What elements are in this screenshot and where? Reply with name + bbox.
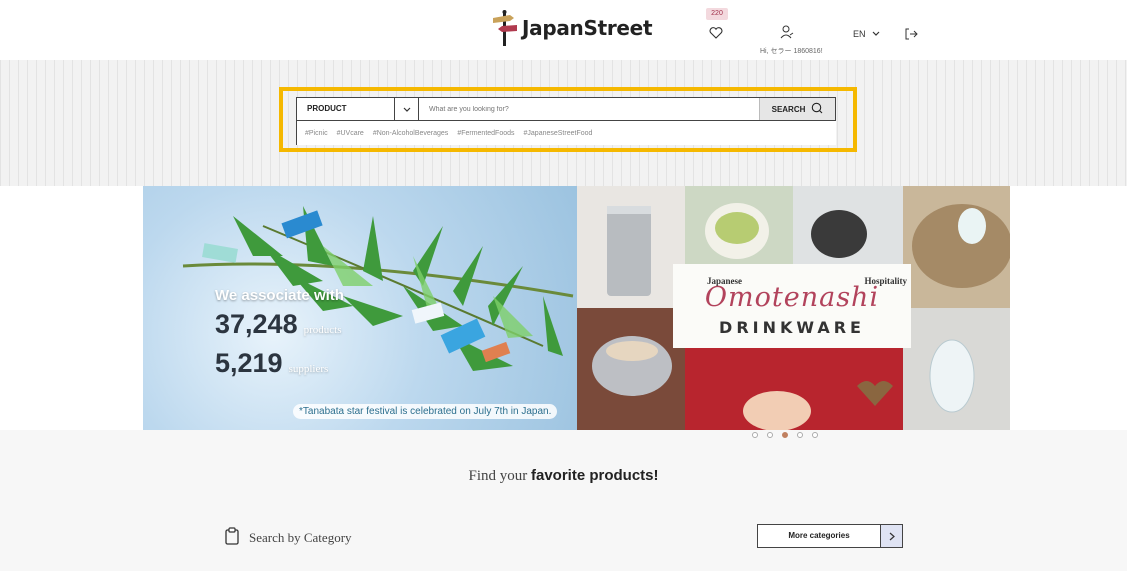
drinkware-script-title: Omotenashi xyxy=(704,282,880,313)
banner-drinkware[interactable]: Japanese Hospitality Omotenashi DRINKWAR… xyxy=(577,186,1010,430)
search-by-category: Search by Category xyxy=(224,527,352,549)
signpost-icon xyxy=(490,8,520,48)
heading-bold: favorite products! xyxy=(531,467,659,484)
logout-icon[interactable] xyxy=(904,27,918,46)
banner-tanabata[interactable]: We associate with 37,248 products 5,219 su… xyxy=(143,186,577,430)
banner-note: *Tanabata star festival is celebrated on… xyxy=(293,404,558,419)
carousel-dot-active[interactable] xyxy=(782,432,788,438)
user-icon[interactable] xyxy=(780,25,794,44)
logo-text: JapanStreet xyxy=(522,16,653,40)
user-greeting[interactable]: Hi, セラー 1860816! xyxy=(760,46,823,56)
suppliers-stat: 5,219 suppliers xyxy=(215,348,328,379)
chevron-right-icon xyxy=(880,525,902,547)
header: JapanStreet 220 Hi, セラー 1860816! EN xyxy=(0,0,1127,60)
more-categories-label: More categories xyxy=(788,531,850,540)
carousel-dot[interactable] xyxy=(752,432,758,438)
products-label: products xyxy=(303,324,342,336)
chevron-down-icon xyxy=(872,29,880,39)
suppliers-count: 5,219 xyxy=(215,348,283,378)
favorites-count-badge: 220 xyxy=(706,8,728,20)
carousel-dot[interactable] xyxy=(767,432,773,438)
language-selector[interactable]: EN xyxy=(853,29,880,39)
carousel-dots xyxy=(752,432,818,438)
bamboo-illustration xyxy=(182,206,574,371)
more-categories-button[interactable]: More categories xyxy=(757,524,903,548)
search-highlight-box xyxy=(279,87,857,152)
heart-icon[interactable] xyxy=(709,26,723,44)
clipboard-icon xyxy=(224,527,240,549)
carousel-dot[interactable] xyxy=(812,432,818,438)
products-stat: 37,248 products xyxy=(215,309,341,340)
category-label: Search by Category xyxy=(249,530,352,545)
heading-prefix: Find your xyxy=(468,468,528,484)
category-section xyxy=(0,430,1127,571)
logo[interactable]: JapanStreet xyxy=(490,8,653,48)
carousel-dot[interactable] xyxy=(797,432,803,438)
drinkware-title: DRINKWARE xyxy=(719,318,865,337)
suppliers-label: suppliers xyxy=(288,363,329,375)
language-label: EN xyxy=(853,29,866,39)
products-count: 37,248 xyxy=(215,309,298,339)
section-heading: Find your favorite products! xyxy=(0,467,1127,485)
banner-headline: We associate with xyxy=(215,287,344,304)
